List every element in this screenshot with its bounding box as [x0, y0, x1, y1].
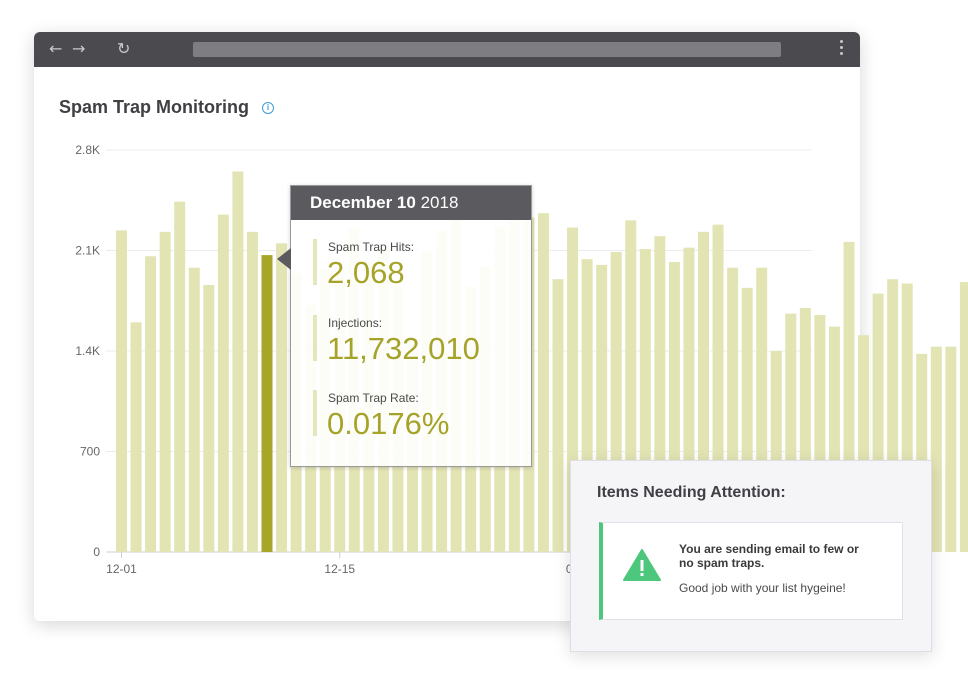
bar	[188, 267, 200, 552]
bar	[930, 346, 942, 552]
bar	[174, 201, 186, 552]
bar	[959, 282, 968, 552]
y-tick-label: 700	[80, 445, 100, 459]
bar	[261, 255, 273, 552]
bar	[552, 279, 564, 552]
y-tick-label: 2.1K	[75, 244, 100, 258]
tooltip-date: December 10 2018	[291, 186, 531, 220]
metric-value: 0.0176%	[327, 406, 450, 441]
metric-value: 11,732,010	[327, 331, 480, 366]
chart-tooltip: December 10 2018 Spam Trap Hits: 2,068 I…	[277, 185, 532, 467]
attention-title: Items Needing Attention:	[597, 484, 786, 501]
tooltip-date-day: December 10	[310, 193, 416, 212]
bar	[945, 346, 957, 552]
bar	[130, 322, 142, 552]
warning-triangle-icon	[623, 549, 661, 581]
attention-heading: You are sending email to few or no spam …	[679, 542, 859, 570]
tooltip-date-year: 2018	[420, 193, 459, 212]
y-tick-label: 2.8K	[75, 143, 100, 157]
bar	[203, 284, 215, 552]
kebab-menu-icon[interactable]	[840, 40, 844, 58]
bar	[232, 171, 244, 553]
y-tick-label: 1.4K	[75, 344, 100, 358]
bar	[116, 230, 127, 552]
metric-label: Spam Trap Hits:	[328, 240, 415, 254]
bar	[246, 231, 258, 553]
x-tick-label: 12-01	[106, 562, 137, 576]
metric-injections: Injections: 11,732,010	[313, 315, 517, 366]
tooltip-pointer	[277, 248, 291, 270]
metric-value: 2,068	[327, 255, 405, 290]
x-tick-label: 12-15	[324, 562, 355, 576]
attention-card[interactable]: You are sending email to few or no spam …	[599, 522, 903, 620]
attention-panel: Items Needing Attention: You are sending…	[570, 460, 932, 652]
y-tick-label: 0	[93, 545, 100, 559]
metric-label: Spam Trap Rate:	[328, 391, 419, 405]
bar	[217, 214, 229, 552]
bar	[159, 231, 171, 553]
metric-spam-trap-rate: Spam Trap Rate: 0.0176%	[313, 390, 517, 441]
bar	[145, 256, 157, 552]
metric-spam-trap-hits: Spam Trap Hits: 2,068	[313, 239, 517, 290]
bar	[276, 243, 288, 553]
attention-body: Good job with your list hygeine!	[679, 581, 846, 595]
bar	[537, 213, 549, 552]
metric-label: Injections:	[328, 316, 383, 330]
